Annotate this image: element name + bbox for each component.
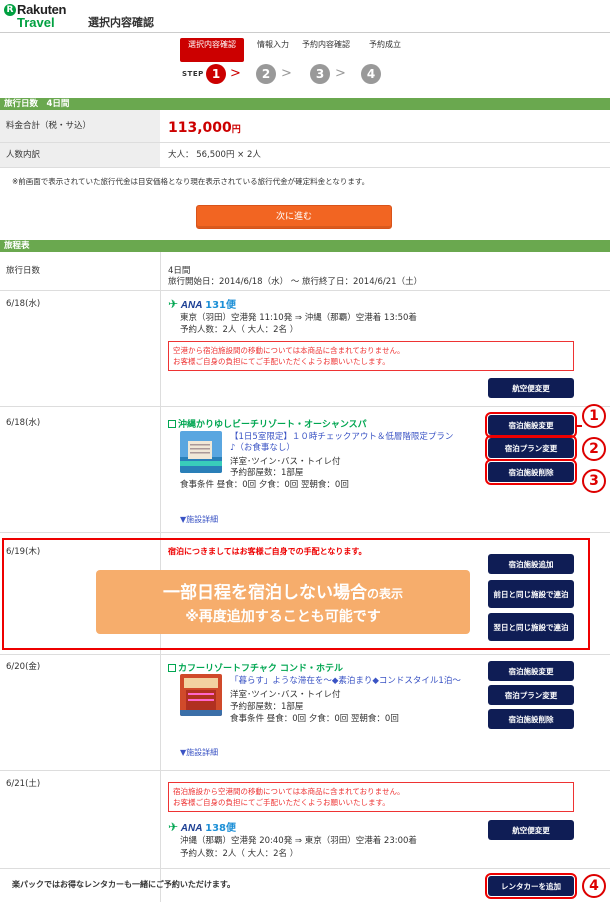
rental-car-note: 楽パックではお得なレンタカーも一緒にご予約いただけます。 — [12, 880, 236, 889]
add-hotel-button[interactable]: 宿泊施設追加 — [488, 554, 574, 574]
hotel-icon — [168, 664, 176, 672]
hotel2-meals: 食事条件 昼食：0回 夕食：0回 翌朝食：0回 — [230, 714, 399, 724]
hotel2-photo — [180, 674, 222, 716]
airplane-icon: ✈ — [168, 820, 179, 834]
flight2-pax: 予約人数：2人（ 大人：2名 ） — [180, 849, 299, 859]
travel-period: 旅行開始日：2014/6/18（水） 〜 旅行終了日：2014/6/21（土） — [168, 277, 423, 287]
people-breakdown-label: 人数内訳 — [0, 143, 160, 167]
step-4-number: 4 — [361, 64, 381, 84]
airplane-icon: ✈ — [168, 297, 179, 311]
hotel1-name: 沖縄かりゆしビーチリゾート・オーシャンスパ — [168, 417, 367, 430]
page-title: 選択内容確認 — [88, 16, 154, 29]
flight2-route: 沖縄（那覇）空港発 20:40発 ⇒ 東京（羽田）空港着 23:00着 — [180, 836, 417, 846]
flight2-date: 6/21(土) — [6, 779, 41, 789]
change-hotel-button[interactable]: 宿泊施設変更 — [485, 412, 577, 438]
step-1-number: 1 — [206, 64, 226, 84]
flight1-header: ✈ ANA 131便 — [168, 296, 236, 311]
header-divider — [0, 32, 610, 33]
extend-next-hotel-button[interactable]: 翌日と同じ施設で連泊 — [488, 613, 574, 641]
next-button[interactable]: 次に進む — [196, 205, 392, 229]
step-word: STEP — [182, 70, 204, 78]
delete-hotel-button[interactable]: 宿泊施設削除 — [488, 709, 574, 729]
step-3-number: 3 — [310, 64, 330, 84]
step-arrow-icon: > — [281, 66, 292, 81]
step-3-label: 予約内容確認 — [302, 40, 350, 49]
hotel2-room-count: 予約部屋数：1部屋 — [230, 702, 304, 712]
price-note: ※前画面で表示されていた旅行代金は目安価格となり現在表示されている旅行代金が確定… — [12, 177, 370, 186]
callout-3-badge: 3 — [582, 469, 606, 493]
flight2-number: 138便 — [205, 823, 237, 834]
step-arrow-icon: > — [230, 66, 241, 81]
no-stay-date: 6/19(木) — [6, 547, 41, 557]
change-plan-button[interactable]: 宿泊プラン変更 — [485, 435, 577, 461]
step-2-number: 2 — [256, 64, 276, 84]
no-stay-notice: 宿泊につきましてはお客様ご自身での手配となります。 — [168, 547, 367, 556]
change-flight-button[interactable]: 航空便変更 — [488, 820, 574, 840]
step-1-label: 選択内容確認 — [180, 38, 244, 62]
delete-hotel-button[interactable]: 宿泊施設削除 — [485, 459, 577, 485]
no-stay-explanation-overlay: 一部日程を宿泊しない場合の表示 ※再度追加することも可能です — [96, 570, 470, 634]
flight2-warning: 宿泊施設から空港間の移動については本商品に含まれておりません。 お客様ご自身の負… — [168, 782, 574, 812]
flight1-date: 6/18(水) — [6, 299, 41, 309]
flight1-warning: 空港から宿泊施設間の移動については本商品に含まれておりません。 お客様ご自身の負… — [168, 341, 574, 371]
hotel1-meals: 食事条件 昼食：0回 夕食：0回 翌朝食：0回 — [180, 480, 349, 490]
travel-days-label: 旅行日数 — [6, 266, 41, 276]
hotel2-name: カフーリゾートフチャク コンド・ホテル — [168, 661, 343, 674]
add-rental-car-button[interactable]: レンタカーを追加 — [485, 873, 577, 899]
step-4-label: 予約成立 — [369, 40, 401, 49]
hotel2-plan-link[interactable]: 「暮らす」ような滞在を〜◆素泊まり◆コンドスタイル1泊〜 — [230, 676, 461, 687]
hotel1-date: 6/18(水) — [6, 418, 41, 428]
callout-2-badge: 2 — [582, 437, 606, 461]
hotel1-room-count: 予約部屋数：1部屋 — [230, 468, 304, 478]
travel-logo-text: Travel — [17, 15, 55, 30]
hotel1-detail-link[interactable]: ▼施設詳細 — [180, 514, 218, 525]
hotel2-detail-link[interactable]: ▼施設詳細 — [180, 747, 218, 758]
hotel2-date: 6/20(金) — [6, 662, 41, 672]
callout-4-badge: 4 — [582, 874, 606, 898]
callout-1-badge: 1 — [582, 404, 606, 428]
extend-previous-hotel-button[interactable]: 前日と同じ施設で連泊 — [488, 580, 574, 608]
hotel2-room-type: 洋室･ツイン･バス・トイレ付 — [230, 690, 341, 700]
ana-logo: ANA — [180, 300, 203, 311]
change-flight-button[interactable]: 航空便変更 — [488, 378, 574, 398]
flight2-header: ✈ ANA 138便 — [168, 819, 236, 834]
hotel1-plan-link[interactable]: 【1日5室限定】１０時チェックアウト＆低層階限定プラン ♪（お食事なし） — [230, 432, 453, 454]
hotel1-photo — [180, 431, 222, 473]
change-hotel-button[interactable]: 宿泊施設変更 — [488, 661, 574, 681]
people-breakdown-value: 大人： 56,500円 × 2人 — [168, 150, 261, 160]
flight1-route: 東京（羽田）空港発 11:10発 ⇒ 沖縄（那覇）空港着 13:50着 — [180, 313, 417, 323]
ana-logo: ANA — [180, 823, 203, 834]
rakuten-logo-mark: R — [4, 4, 16, 16]
flight1-number: 131便 — [205, 300, 237, 311]
hotel-icon — [168, 420, 176, 428]
flight1-pax: 予約人数：2人（ 大人：2名 ） — [180, 325, 299, 335]
total-price: 113,000円 — [168, 120, 241, 136]
itinerary-section-bar: 旅程表 — [0, 240, 610, 252]
summary-section-bar: 旅行日数 4日間 — [0, 98, 610, 110]
change-plan-button[interactable]: 宿泊プラン変更 — [488, 685, 574, 705]
step-arrow-icon: > — [335, 66, 346, 81]
total-price-label: 料金合計（税・サ込） — [0, 110, 160, 142]
